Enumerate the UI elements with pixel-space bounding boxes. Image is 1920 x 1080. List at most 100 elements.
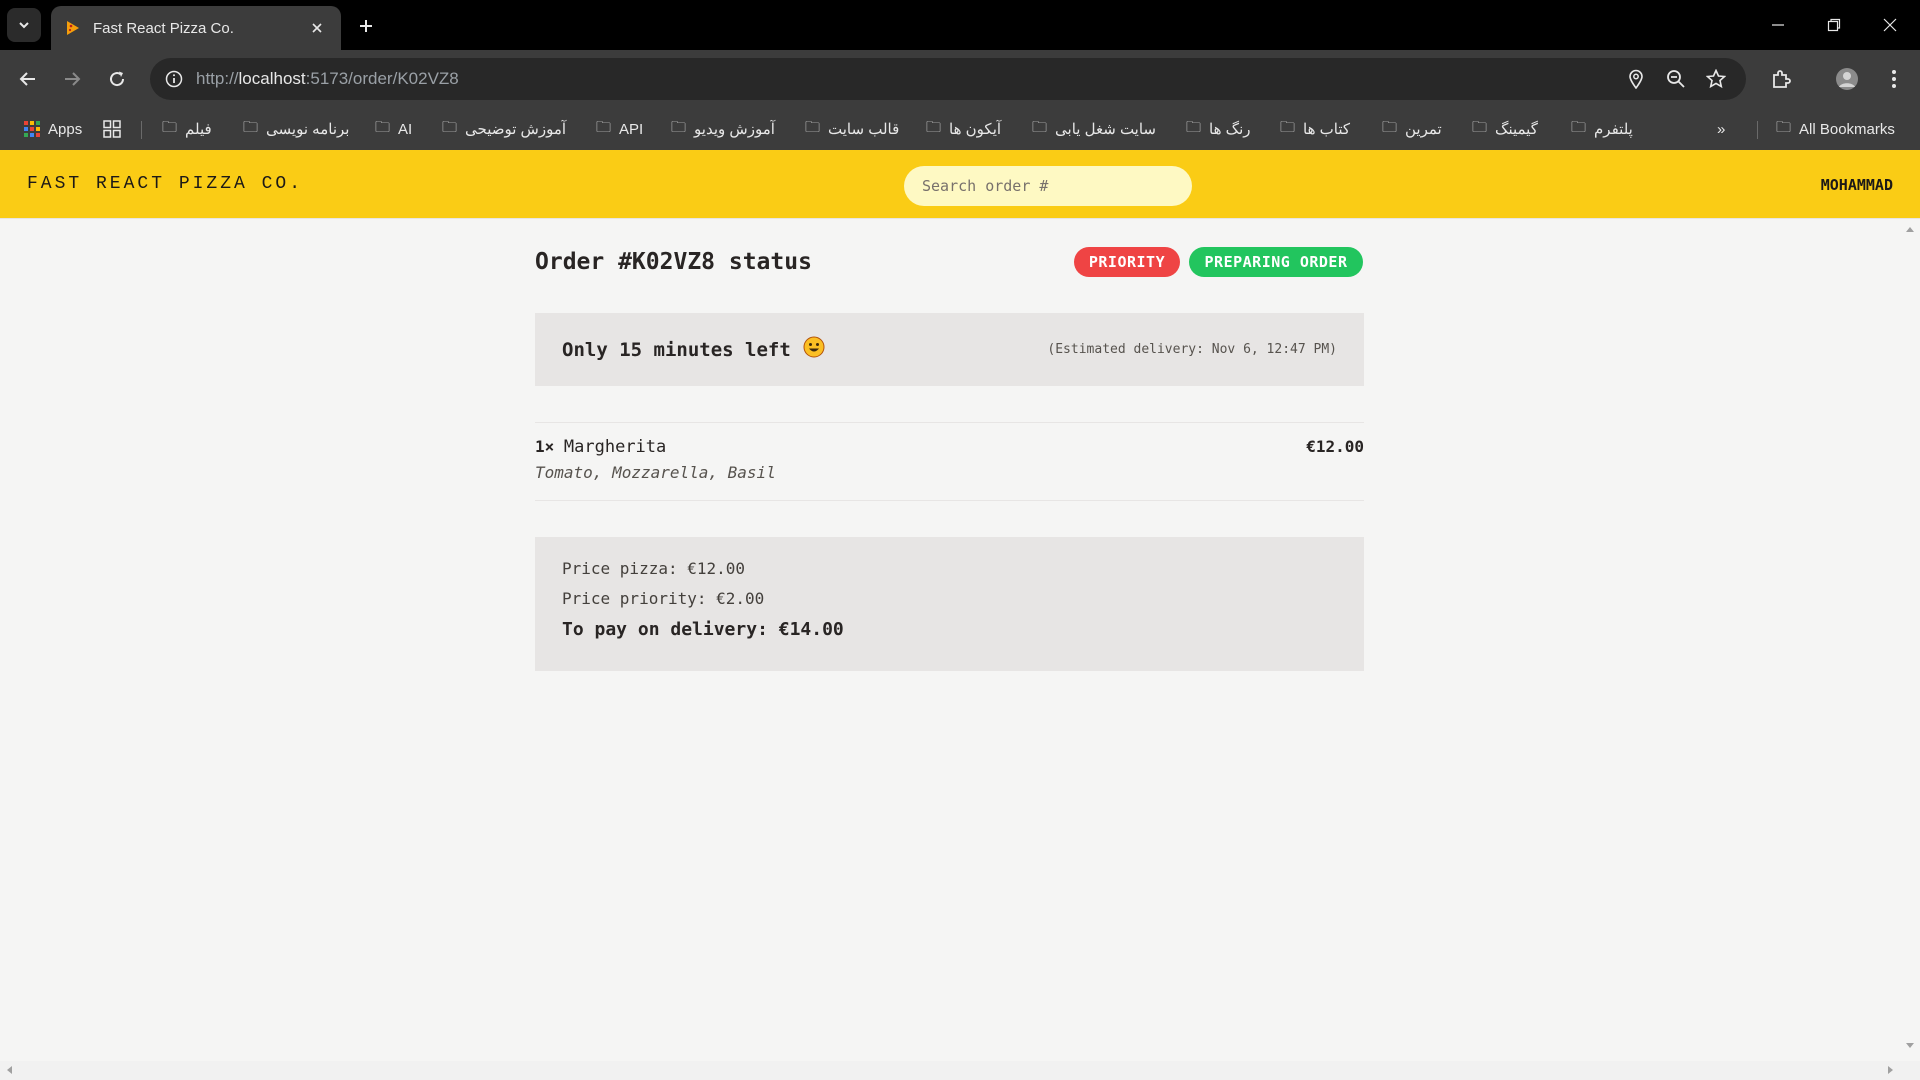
order-title: Order #K02VZ8 status — [535, 249, 812, 275]
extensions-icon[interactable] — [1765, 63, 1797, 95]
bookmark-label: AI — [398, 120, 413, 138]
url-prefix: http:// — [196, 69, 239, 88]
bookmarks-bar: Apps 🗀 فیلم 🗀 برنامه نویسی 🗀 AI 🗀 آموزش توضی… — [0, 108, 1920, 150]
folder-icon: 🗀 — [1186, 118, 1202, 136]
divider — [535, 422, 1364, 423]
folder-icon: 🗀 — [926, 118, 942, 136]
bookmark-folder[interactable]: 🗀 آموزش توضیحی — [442, 117, 566, 141]
new-tab-button[interactable] — [352, 12, 380, 40]
logo-link[interactable]: FAST REACT PIZZA CO. — [27, 174, 303, 194]
priority-badge: PRIORITY — [1074, 247, 1180, 277]
username: MOHAMMAD — [1820, 176, 1893, 194]
url-path: :5173/order/K02VZ8 — [305, 69, 459, 88]
back-button[interactable] — [12, 63, 44, 95]
tab-search-button[interactable] — [7, 8, 41, 42]
item-ingredients: Tomato, Mozzarella, Basil — [535, 463, 776, 482]
scroll-left-icon[interactable] — [7, 1066, 12, 1074]
folder-icon: 🗀 — [375, 118, 391, 136]
bookmark-label: کتاب ها — [1303, 121, 1351, 138]
chevron-down-icon — [19, 22, 29, 29]
bookmark-folder[interactable]: 🗀 رنگ ها — [1186, 117, 1251, 141]
browser-tab-bar: Fast React Pizza Co. — [0, 0, 1920, 50]
folder-icon: 🗀 — [805, 118, 821, 136]
folder-icon: 🗀 — [442, 118, 458, 136]
bookmark-folder[interactable]: 🗀 برنامه نویسی — [243, 117, 349, 141]
scroll-right-icon[interactable] — [1888, 1066, 1893, 1074]
item-name: Margherita — [563, 437, 667, 457]
zoom-icon[interactable] — [1664, 67, 1688, 91]
divider — [535, 500, 1364, 501]
tab-groups-icon — [103, 120, 121, 138]
more-bookmarks-button[interactable]: » — [1717, 117, 1725, 141]
bookmark-label: تمرین — [1405, 121, 1442, 138]
close-icon — [1883, 18, 1897, 32]
bookmark-folder[interactable]: 🗀 پلتفرم — [1571, 117, 1633, 141]
price-pizza: Price pizza: €12.00 — [562, 559, 746, 578]
active-tab[interactable]: Fast React Pizza Co. — [51, 6, 341, 50]
arrow-right-icon — [65, 72, 81, 86]
tab-close-button[interactable] — [307, 18, 327, 38]
scroll-down-icon[interactable] — [1906, 1043, 1914, 1048]
total-to-pay: To pay on delivery: €14.00 — [562, 619, 844, 640]
all-bookmarks-button[interactable]: 🗀 All Bookmarks — [1776, 117, 1895, 141]
folder-icon: 🗀 — [1571, 118, 1587, 136]
bookmark-folder[interactable]: 🗀 API — [596, 117, 643, 141]
bookmark-label: آموزش ویدیو — [694, 121, 775, 138]
bookmark-label: آموزش توضیحی — [465, 121, 567, 138]
bookmark-folder[interactable]: 🗀 فیلم — [162, 117, 212, 141]
bookmark-label: API — [619, 120, 644, 138]
search-order-input[interactable] — [904, 166, 1192, 206]
profile-avatar[interactable] — [1831, 63, 1863, 95]
bookmark-folder[interactable]: 🗀 سایت شغل یابی — [1032, 117, 1156, 141]
bookmark-folder[interactable]: 🗀 کتاب ها — [1280, 117, 1350, 141]
folder-icon: 🗀 — [162, 118, 178, 136]
folder-icon: 🗀 — [243, 118, 259, 136]
smiley-emoji-icon — [803, 336, 825, 363]
folder-icon: 🗀 — [1280, 118, 1296, 136]
bookmark-folder[interactable]: 🗀 آیکون ها — [926, 117, 1001, 141]
folder-icon: 🗀 — [1472, 118, 1488, 136]
order-item: 1× Margherita €12.00 Tomato, Mozzarella,… — [535, 437, 1364, 482]
pizza-favicon-icon — [65, 20, 81, 36]
bookmark-label: فیلم — [185, 121, 212, 138]
folder-icon: 🗀 — [1776, 118, 1792, 136]
bookmark-folder[interactable]: 🗀 تمرین — [1382, 117, 1442, 141]
folder-icon: 🗀 — [596, 118, 612, 136]
scroll-up-icon[interactable] — [1906, 227, 1914, 232]
close-window-button[interactable] — [1872, 10, 1908, 40]
bookmark-separator — [1757, 121, 1758, 139]
bookmark-star-icon[interactable] — [1704, 67, 1728, 91]
plus-icon — [360, 20, 372, 32]
site-info-icon[interactable] — [162, 67, 186, 91]
time-left-text: Only 15 minutes left — [562, 338, 791, 361]
restore-button[interactable] — [1816, 10, 1852, 40]
minimize-button[interactable] — [1760, 10, 1796, 40]
location-icon[interactable] — [1624, 67, 1648, 91]
apps-grid-icon — [24, 121, 40, 137]
horizontal-scrollbar[interactable] — [0, 1061, 1920, 1080]
reload-button[interactable] — [101, 63, 133, 95]
bookmark-label: گیمینگ — [1495, 121, 1538, 138]
bookmark-folder[interactable]: 🗀 AI — [375, 117, 412, 141]
status-badge: PREPARING ORDER — [1189, 247, 1363, 277]
bookmark-folder[interactable]: 🗀 گیمینگ — [1472, 117, 1538, 141]
browser-toolbar: http://localhost:5173/order/K02VZ8 — [0, 50, 1920, 108]
bookmark-folder[interactable]: 🗀 آموزش ویدیو — [671, 117, 775, 141]
folder-icon: 🗀 — [671, 118, 687, 136]
arrow-left-icon — [19, 72, 35, 86]
bookmark-label: آیکون ها — [949, 121, 1002, 138]
menu-kebab-icon[interactable] — [1878, 63, 1910, 95]
address-bar[interactable]: http://localhost:5173/order/K02VZ8 — [150, 58, 1746, 100]
restore-icon — [1827, 18, 1841, 32]
bookmark-folder[interactable]: 🗀 قالب سایت — [805, 117, 899, 141]
vertical-scrollbar[interactable] — [1900, 219, 1920, 1061]
bookmark-label: برنامه نویسی — [266, 121, 350, 138]
minimize-icon — [1772, 24, 1784, 26]
bookmark-label: Apps — [48, 120, 83, 138]
bookmark-apps[interactable]: Apps — [24, 117, 82, 141]
bookmark-label: قالب سایت — [828, 121, 900, 138]
estimated-delivery: (Estimated delivery: Nov 6, 12:47 PM) — [1047, 342, 1337, 357]
tab-groups-button[interactable] — [103, 117, 121, 141]
price-priority: Price priority: €2.00 — [562, 589, 765, 608]
forward-button[interactable] — [56, 63, 88, 95]
